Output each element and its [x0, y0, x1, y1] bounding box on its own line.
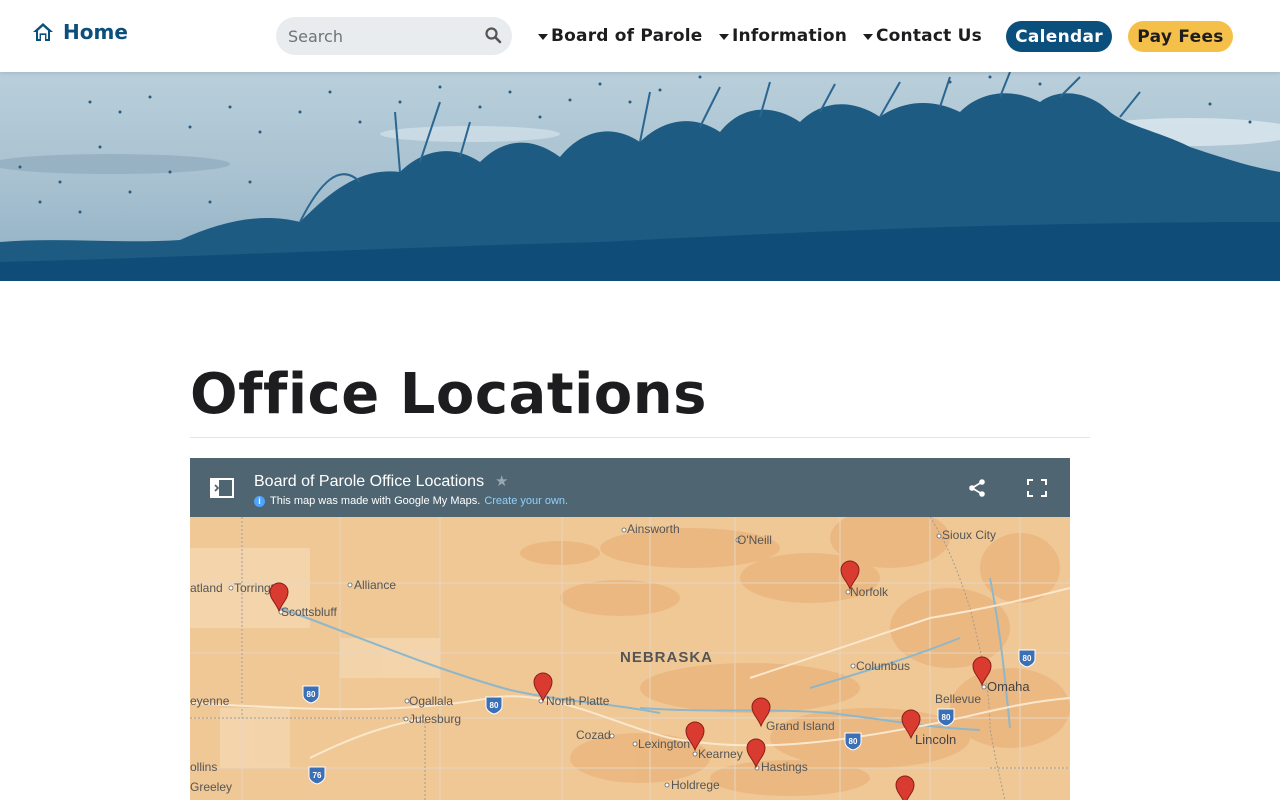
city-label: Grand Island: [766, 719, 835, 733]
city-label: Omaha: [987, 679, 1030, 694]
map-legend-icon[interactable]: [210, 478, 234, 498]
chevron-down-icon: [719, 34, 729, 40]
chevron-down-icon: [538, 34, 548, 40]
city-label: Ainsworth: [627, 522, 680, 536]
city-label: North Platte: [546, 694, 610, 708]
fullscreen-icon[interactable]: [1027, 479, 1047, 497]
city-label: Greeley: [190, 780, 232, 794]
city-label: Ogallala: [409, 694, 453, 708]
city-label: Scottsbluff: [281, 605, 337, 619]
city-label: Norfolk: [850, 585, 889, 599]
home-icon: [33, 23, 53, 41]
map-title: Board of Parole Office Locations: [254, 473, 485, 490]
city-label: Hastings: [761, 760, 808, 774]
nav-board-of-parole[interactable]: Board of Parole: [538, 24, 702, 48]
city-label: atland: [190, 581, 223, 595]
city-label: Kearney: [698, 747, 743, 761]
city-label: Bellevue: [935, 692, 981, 706]
search-input[interactable]: [276, 17, 476, 55]
create-your-own-link[interactable]: Create your own.: [484, 495, 568, 507]
home-link[interactable]: Home: [31, 20, 128, 44]
nav-label: Information: [732, 26, 848, 46]
city-label: Julesburg: [409, 712, 461, 726]
nav-label: Contact Us: [876, 26, 982, 46]
city-label: Holdrege: [671, 778, 720, 792]
city-label: Lexington: [638, 737, 690, 751]
svg-text:80: 80: [307, 690, 316, 699]
city-label: Alliance: [354, 578, 396, 592]
city-label: eyenne: [190, 694, 230, 708]
site-header: Home Board of Parole Information Contact…: [0, 0, 1280, 72]
share-icon[interactable]: [967, 478, 987, 498]
city-label: Columbus: [856, 659, 910, 673]
map-header-bar: Board of Parole Office Locations ★ i Thi…: [190, 458, 1070, 517]
star-icon[interactable]: ★: [495, 472, 508, 490]
home-label: Home: [63, 20, 128, 44]
svg-text:80: 80: [490, 701, 499, 710]
embedded-map[interactable]: 80 80 80 80 80 76 NEBRASKA Ainsworth O'N…: [190, 458, 1070, 800]
city-label: O'Neill: [737, 533, 772, 547]
city-label: ollins: [190, 760, 217, 774]
calendar-button[interactable]: Calendar: [1006, 21, 1112, 52]
info-icon: i: [254, 495, 265, 507]
map-subtitle: i This map was made with Google My Maps.…: [254, 495, 568, 507]
svg-text:76: 76: [313, 771, 322, 780]
nav-label: Board of Parole: [551, 26, 703, 46]
search-box: [276, 17, 512, 55]
svg-text:80: 80: [849, 737, 858, 746]
city-label: Sioux City: [942, 528, 996, 542]
city-label: Cozad: [576, 728, 611, 742]
search-icon[interactable]: [484, 26, 502, 44]
svg-text:80: 80: [1023, 654, 1032, 663]
divider: [190, 437, 1090, 438]
pay-fees-button[interactable]: Pay Fees: [1128, 21, 1233, 52]
state-label: NEBRASKA: [620, 649, 713, 666]
page-title: Office Locations: [190, 362, 707, 427]
map-credit-text: This map was made with Google My Maps.: [270, 495, 481, 507]
svg-text:80: 80: [942, 713, 951, 722]
city-label: Lincoln: [915, 732, 956, 747]
chevron-down-icon: [863, 34, 873, 40]
nav-information[interactable]: Information: [719, 24, 847, 48]
nav-contact-us[interactable]: Contact Us: [863, 24, 982, 48]
hero-banner-image: [0, 72, 1280, 281]
